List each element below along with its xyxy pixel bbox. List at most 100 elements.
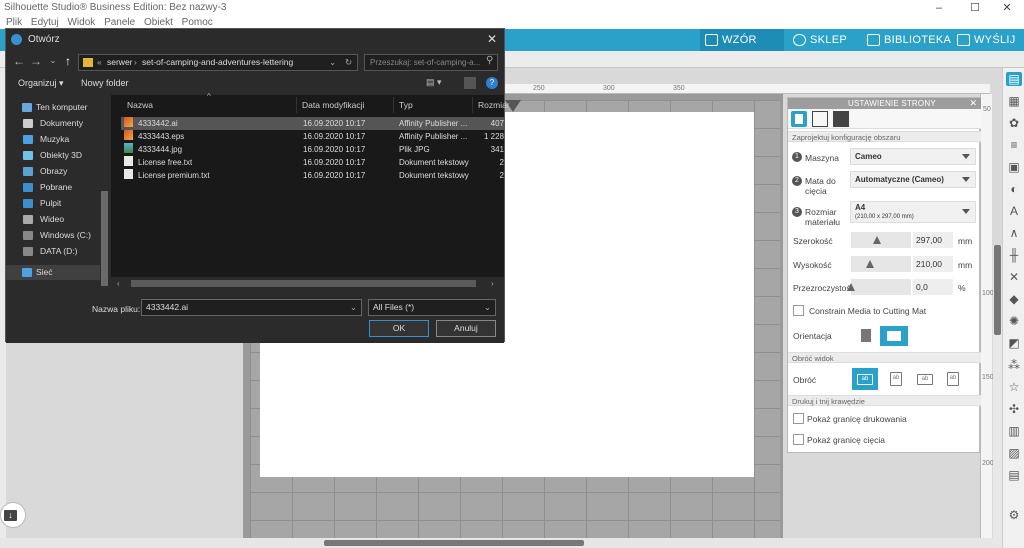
print-border-checkbox[interactable]	[793, 413, 804, 424]
path-segment-folder[interactable]: set-of-camping-and-adventures-lettering	[142, 55, 293, 70]
nav-music[interactable]: Muzyka	[20, 132, 106, 147]
ok-button[interactable]: OK	[369, 320, 429, 337]
minimize-icon[interactable]: –	[922, 0, 956, 16]
scroll-left-icon[interactable]: ‹	[117, 279, 120, 288]
mat-select[interactable]: Automatyczne (Cameo)	[850, 171, 976, 188]
rotate-270-button[interactable]: ab	[940, 368, 966, 390]
scroll-thumb[interactable]	[994, 245, 1001, 335]
up-icon[interactable]: ↑	[61, 54, 75, 68]
machine-select[interactable]: Cameo	[850, 148, 976, 165]
column-size[interactable]: Rozmiar	[474, 97, 510, 113]
nav-desktop[interactable]: Pulpit	[20, 196, 106, 211]
nav-videos[interactable]: Wideo	[20, 212, 106, 227]
text-path-icon[interactable]: ∧	[1006, 226, 1022, 240]
width-input[interactable]: 297,00	[913, 232, 953, 248]
chevron-down-icon[interactable]: ⌄	[350, 300, 357, 315]
help-icon[interactable]: ?	[486, 77, 498, 89]
file-row[interactable]: License premium.txt 16.09.2020 10:17 Dok…	[121, 169, 504, 182]
registration-tab-icon[interactable]	[833, 111, 849, 127]
file-row[interactable]: License free.txt 16.09.2020 10:17 Dokume…	[121, 156, 504, 169]
shapes-icon[interactable]: ◆	[1006, 292, 1022, 306]
tab-send[interactable]: WYŚLIJ	[952, 29, 1024, 51]
column-name[interactable]: Nazwa	[123, 97, 297, 113]
organize-button[interactable]: Organizuj ▾	[18, 78, 64, 89]
new-folder-button[interactable]: Nowy folder	[81, 78, 129, 88]
lines-icon[interactable]: ≡	[1006, 138, 1022, 152]
search-input[interactable]: Przeszukaj: set-of-camping-a...	[364, 54, 498, 71]
points-icon[interactable]: ⁂	[1006, 358, 1022, 372]
hatch-icon[interactable]: ▨	[1006, 446, 1022, 460]
portrait-button[interactable]	[854, 326, 878, 346]
fill-icon[interactable]: ▣	[1006, 160, 1022, 174]
trace-icon[interactable]: ◩	[1006, 336, 1022, 350]
file-row[interactable]: 4333444.jpg 16.09.2020 10:17 Plik JPG 34…	[121, 143, 504, 156]
column-date[interactable]: Data modyfikacji	[298, 97, 394, 113]
width-slider[interactable]	[851, 232, 911, 248]
tab-library[interactable]: BIBLIOTEKA	[862, 29, 951, 51]
tab-store[interactable]: SKLEP	[788, 29, 860, 51]
page-tab-icon[interactable]	[791, 111, 807, 127]
vertical-scrollbar[interactable]	[993, 245, 1002, 545]
slider-knob[interactable]	[847, 283, 855, 291]
scroll-thumb[interactable]	[324, 540, 584, 546]
rotate-180-button[interactable]: ab	[912, 368, 938, 390]
view-options-icon[interactable]: ▤ ▾	[426, 77, 442, 88]
pixscan-icon[interactable]: ▦	[1006, 94, 1022, 108]
nav-network[interactable]: Sieć	[6, 265, 100, 280]
slider-knob[interactable]	[873, 236, 881, 244]
grid-tab-icon[interactable]	[812, 111, 828, 127]
height-slider[interactable]	[851, 256, 911, 272]
forward-icon[interactable]: →	[29, 54, 43, 68]
file-type-select[interactable]: All Files (*) ⌄	[368, 299, 496, 316]
path-segment-serwer[interactable]: serwer	[107, 55, 133, 70]
scroll-thumb[interactable]	[131, 280, 476, 287]
import-button[interactable]: ↓	[0, 502, 26, 528]
rotate-0-button[interactable]: ab	[852, 368, 878, 390]
cancel-button[interactable]: Anuluj	[436, 320, 496, 337]
nav-drive-d[interactable]: DATA (D:)	[20, 244, 106, 259]
chevron-down-icon[interactable]: ⌄	[329, 55, 336, 70]
column-type[interactable]: Typ	[395, 97, 473, 113]
file-list-scrollbar[interactable]: ‹ ›	[111, 277, 504, 291]
slider-knob[interactable]	[866, 260, 874, 268]
palette-icon[interactable]: ✿	[1006, 116, 1022, 130]
text-icon[interactable]: A	[1006, 204, 1022, 218]
scroll-right-icon[interactable]: ›	[491, 279, 494, 288]
nav-3d-objects[interactable]: Obiekty 3D	[20, 148, 106, 163]
nav-drive-c[interactable]: Windows (C:)	[20, 228, 106, 243]
cut-border-checkbox[interactable]	[793, 434, 804, 445]
close-icon[interactable]: ✕	[969, 98, 977, 109]
nav-downloads[interactable]: Pobrane	[20, 180, 106, 195]
opacity-slider[interactable]	[847, 279, 911, 295]
media-size-select[interactable]: A4 (210,00 x 297,00 mm)	[850, 201, 976, 223]
path-overflow[interactable]: «	[97, 55, 102, 70]
scroll-thumb[interactable]	[101, 191, 108, 286]
page-setup-icon[interactable]: ▤	[1006, 72, 1022, 86]
file-row[interactable]: 4333442.ai 16.09.2020 10:17 Affinity Pub…	[121, 117, 504, 130]
preview-pane-icon[interactable]	[464, 77, 476, 89]
tab-design[interactable]: WZÓR	[700, 29, 784, 51]
nav-this-pc[interactable]: Ten komputer	[6, 100, 92, 115]
file-row[interactable]: 4333443.eps 16.09.2020 10:17 Affinity Pu…	[121, 130, 504, 143]
rotate-90-button[interactable]: ab	[883, 368, 909, 390]
puzzle-icon[interactable]: ✣	[1006, 402, 1022, 416]
nav-pictures[interactable]: Obrazy	[20, 164, 106, 179]
close-icon[interactable]: ✕	[990, 0, 1024, 16]
refresh-icon[interactable]: ↻	[345, 55, 352, 70]
constrain-checkbox[interactable]	[793, 305, 804, 316]
star-outline-icon[interactable]: ☆	[1006, 380, 1022, 394]
nav-documents[interactable]: Dokumenty	[20, 116, 106, 131]
nav-scrollbar[interactable]	[100, 95, 109, 291]
filename-input[interactable]: 4333442.ai ⌄	[141, 299, 362, 316]
back-icon[interactable]: ←	[12, 54, 26, 68]
layers-icon[interactable]: ▥	[1006, 424, 1022, 438]
chevron-down-icon[interactable]: ⌄	[46, 54, 60, 68]
transform-icon[interactable]: ✕	[1006, 270, 1022, 284]
opacity-input[interactable]: 0,0	[913, 279, 953, 295]
contrast-icon[interactable]: ◐	[1006, 182, 1022, 196]
settings-icon[interactable]: ⚙	[1006, 508, 1022, 522]
maximize-icon[interactable]: ☐	[958, 0, 992, 16]
height-input[interactable]: 210,00	[913, 256, 953, 272]
close-icon[interactable]: ✕	[487, 32, 497, 46]
address-bar[interactable]: « serwer › set-of-camping-and-adventures…	[78, 54, 358, 71]
